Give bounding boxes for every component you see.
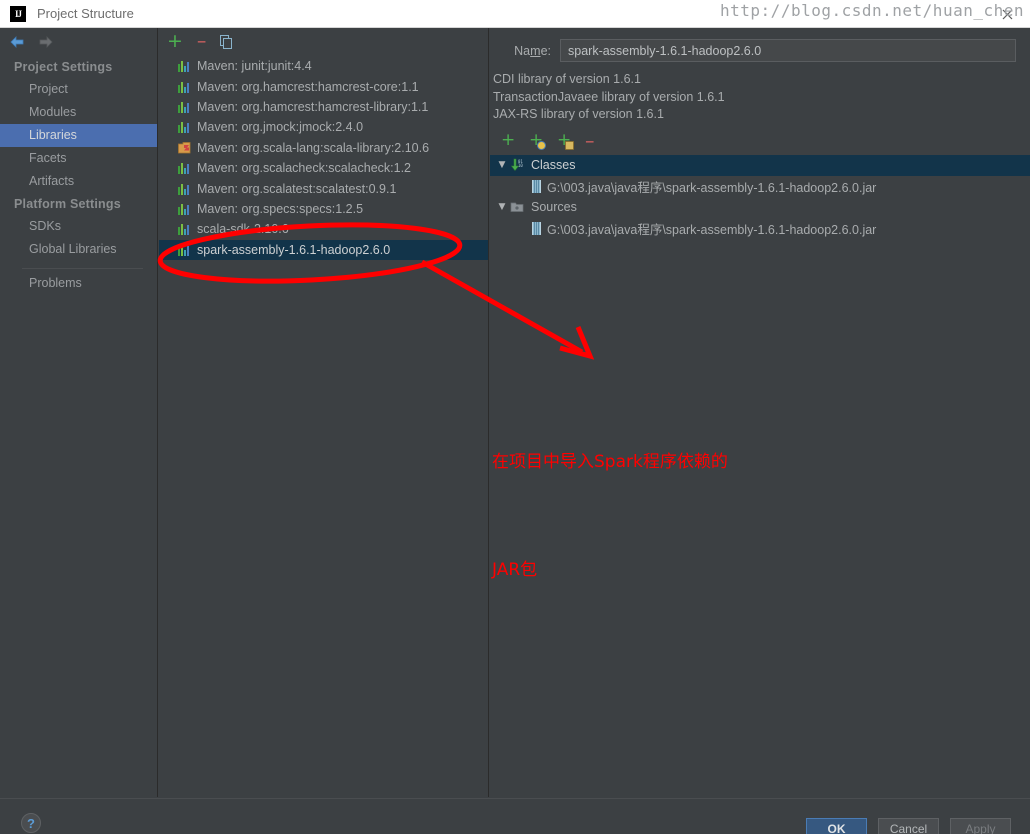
window-title: Project Structure	[37, 6, 134, 21]
list-item-label: Maven: org.hamcrest:hamcrest-core:1.1	[197, 79, 419, 94]
library-description-line: JAX-RS library of version 1.6.1	[493, 107, 664, 121]
minus-icon[interactable]: –	[585, 131, 595, 151]
library-bars-icon	[178, 81, 191, 93]
tree-leaf-sources-jar[interactable]: G:\003.java\java程序\spark-assembly-1.6.1-…	[490, 218, 1030, 239]
list-item-label: Maven: org.scala-lang:scala-library:2.10…	[197, 140, 430, 155]
annotation-line-2: JAR包	[492, 560, 538, 580]
list-item-label: Maven: org.hamcrest:hamcrest-library:1.1	[197, 99, 429, 114]
list-item[interactable]: Maven: org.hamcrest:hamcrest-library:1.1	[159, 97, 488, 117]
list-item[interactable]: scala-sdk-2.10.6	[159, 219, 488, 239]
apply-button[interactable]: Apply	[950, 818, 1011, 834]
list-item[interactable]: Maven: org.scala-lang:scala-library:2.10…	[159, 138, 488, 158]
library-list-panel: + – Maven: junit:junit:4.4 Maven: org.ha…	[159, 28, 489, 797]
library-bars-icon	[178, 183, 191, 195]
back-arrow-icon[interactable]	[9, 35, 25, 49]
list-item[interactable]: Maven: org.scalacheck:scalacheck:1.2	[159, 158, 488, 178]
name-input[interactable]	[560, 39, 1016, 62]
tree-node-sources[interactable]: ▼ Sources	[490, 197, 1030, 218]
plus-jar-icon[interactable]: +	[557, 132, 574, 150]
help-icon[interactable]: ?	[21, 813, 41, 833]
library-bars-icon	[178, 223, 191, 236]
dialog-button-row: OK Cancel Apply	[806, 818, 1011, 834]
sources-folder-icon	[510, 200, 526, 214]
list-item-label: Maven: junit:junit:4.4	[197, 59, 312, 74]
sidebar-item-project[interactable]: Project	[0, 78, 157, 101]
intellij-idea-logo: IJ	[10, 5, 26, 22]
annotation-line-1: 在项目中导入Spark程序依赖的	[492, 452, 728, 472]
sidebar-item-libraries[interactable]: Libraries	[0, 124, 157, 147]
list-item-label: spark-assembly-1.6.1-hadoop2.6.0	[197, 242, 391, 257]
svg-text:10: 10	[518, 163, 523, 168]
list-item-label: Maven: org.scalatest:scalatest:0.9.1	[197, 181, 397, 196]
globe-badge	[537, 141, 546, 150]
plus-icon[interactable]: +	[501, 132, 517, 149]
sidebar-item-problems[interactable]: Problems	[0, 272, 157, 295]
roots-toolbar: + + + –	[490, 129, 1030, 154]
list-item-label: Maven: org.scalacheck:scalacheck:1.2	[197, 161, 411, 176]
forward-arrow-icon	[38, 35, 54, 49]
minus-icon[interactable]: –	[197, 31, 207, 51]
settings-sidebar: Project Settings Project Modules Librari…	[0, 28, 158, 797]
list-item-label: Maven: org.specs:specs:1.2.5	[197, 201, 364, 216]
list-item-label: scala-sdk-2.10.6	[197, 222, 289, 237]
chevron-down-icon[interactable]: ▼	[494, 202, 510, 212]
library-descriptions: CDI library of version 1.6.1 Transaction…	[490, 62, 1030, 124]
library-bars-icon	[178, 101, 191, 113]
name-row: Name:	[490, 28, 1030, 62]
sidebar-group-project-settings: Project Settings Project Modules Librari…	[0, 56, 157, 193]
ok-button[interactable]: OK	[806, 818, 867, 834]
scala-sdk-icon	[178, 141, 191, 154]
library-bars-icon	[178, 244, 191, 256]
sidebar-nav-arrows	[0, 28, 157, 56]
library-description-line: TransactionJavaee library of version 1.6…	[493, 89, 725, 104]
library-bars-icon	[178, 121, 191, 134]
classes-icon: 01 10	[510, 158, 526, 172]
copy-icon[interactable]	[220, 34, 233, 49]
name-field-label: Name:	[514, 43, 551, 58]
sidebar-item-sdks[interactable]: SDKs	[0, 215, 157, 238]
library-description-line: CDI library of version 1.6.1	[493, 72, 641, 86]
tree-node-label: Classes	[531, 158, 576, 172]
annotation-text: 在项目中导入Spark程序依赖的 JAR包	[492, 372, 728, 660]
plus-globe-icon[interactable]: +	[529, 132, 546, 150]
list-item[interactable]: Maven: org.hamcrest:hamcrest-core:1.1	[159, 76, 488, 96]
library-rows: Maven: junit:junit:4.4 Maven: org.hamcre…	[159, 54, 488, 260]
tree-node-classes[interactable]: ▼ 01 10 Classes	[490, 154, 1030, 176]
list-item-label: Maven: org.jmock:jmock:2.4.0	[197, 120, 364, 135]
plus-icon[interactable]: +	[167, 31, 183, 51]
list-item-selected-spark-assembly[interactable]: spark-assembly-1.6.1-hadoop2.6.0	[159, 239, 488, 260]
chevron-down-icon[interactable]: ▼	[494, 160, 510, 170]
list-item[interactable]: Maven: org.specs:specs:1.2.5	[159, 199, 488, 219]
list-item[interactable]: Maven: org.scalatest:scalatest:0.9.1	[159, 178, 488, 198]
sidebar-group-title: Project Settings	[14, 60, 113, 74]
sidebar-item-modules[interactable]: Modules	[0, 101, 157, 124]
sidebar-divider	[22, 268, 143, 269]
sidebar-item-global-libraries[interactable]: Global Libraries	[0, 238, 157, 261]
library-bars-icon	[178, 203, 191, 215]
library-bars-icon	[178, 60, 191, 73]
library-roots-tree: ▼ 01 10 Classes G:\003.java\java程序\spark…	[490, 154, 1030, 239]
cancel-button[interactable]: Cancel	[878, 818, 939, 834]
tree-leaf-classes-jar[interactable]: G:\003.java\java程序\spark-assembly-1.6.1-…	[490, 176, 1030, 197]
tree-leaf-label: G:\003.java\java程序\spark-assembly-1.6.1-…	[547, 222, 877, 237]
list-item[interactable]: Maven: junit:junit:4.4	[159, 56, 488, 76]
library-bars-icon	[178, 162, 191, 175]
watermark-text: http://blog.csdn.net/huan_chen	[720, 1, 1024, 20]
jar-badge	[565, 141, 574, 150]
tree-leaf-label: G:\003.java\java程序\spark-assembly-1.6.1-…	[547, 180, 877, 195]
library-list-toolbar: + –	[159, 28, 488, 54]
sidebar-group-platform-settings: Platform Settings SDKs Global Libraries	[0, 193, 157, 261]
sidebar-item-artifacts[interactable]: Artifacts	[0, 170, 157, 193]
jar-icon	[532, 221, 541, 235]
jar-icon	[532, 179, 541, 193]
sidebar-item-facets[interactable]: Facets	[0, 147, 157, 170]
list-item[interactable]: Maven: org.jmock:jmock:2.4.0	[159, 117, 488, 137]
tree-node-label: Sources	[531, 200, 577, 214]
project-structure-dialog: IJ Project Structure Project Settings Pr…	[0, 0, 1030, 834]
sidebar-group-title: Platform Settings	[14, 197, 121, 211]
